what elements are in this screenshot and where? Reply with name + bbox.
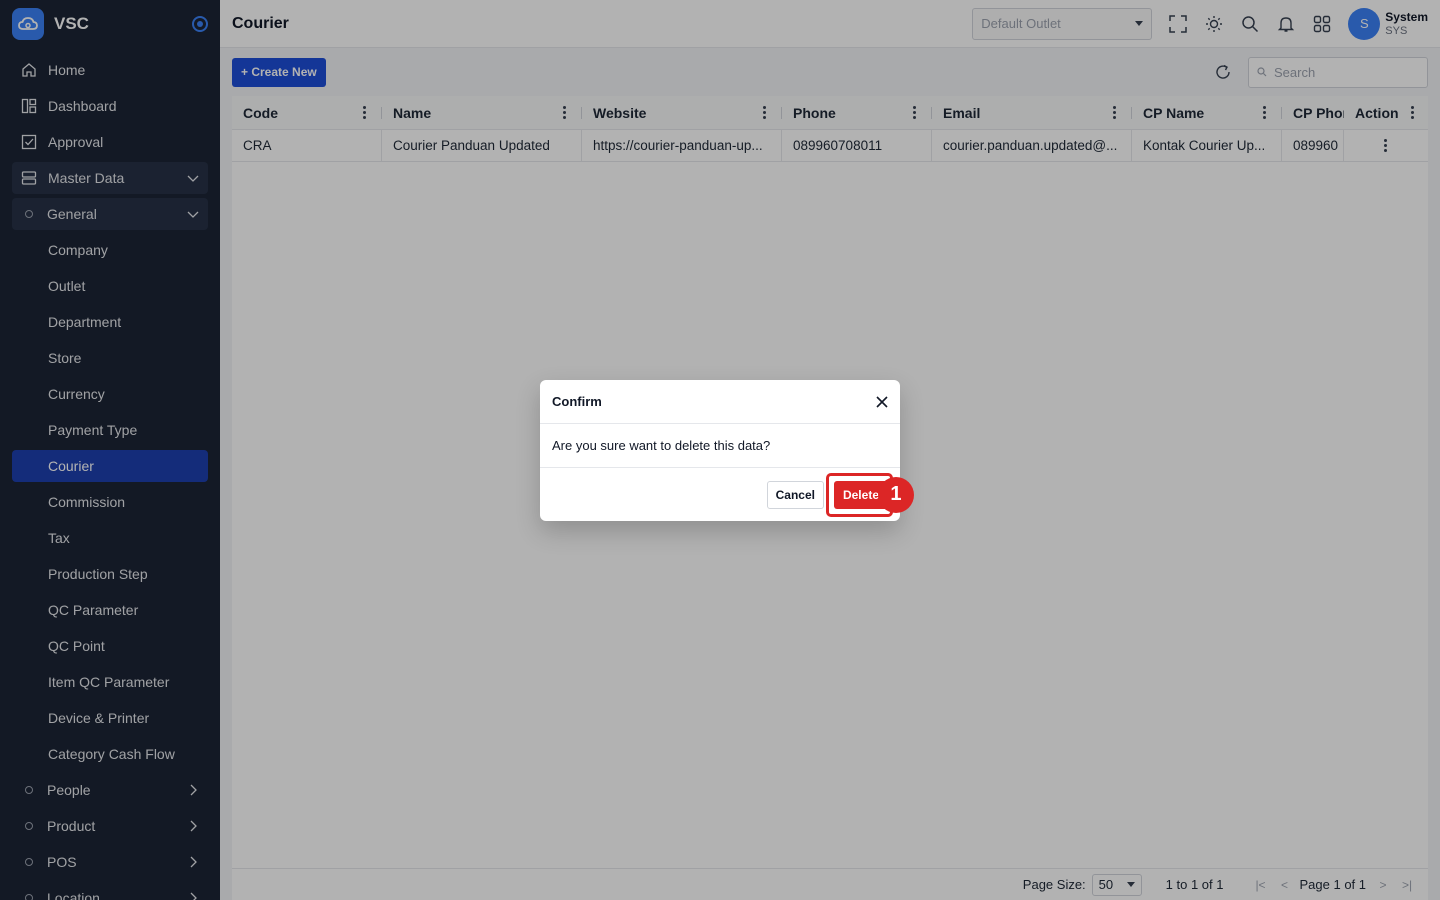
delete-button-wrapper: Delete 1	[825, 472, 914, 517]
dialog-message: Are you sure want to delete this data?	[540, 424, 900, 468]
dialog-header: Confirm	[540, 380, 900, 424]
close-icon[interactable]	[876, 395, 888, 408]
dialog-footer: Cancel Delete 1	[540, 468, 914, 521]
dialog-title: Confirm	[552, 394, 602, 409]
confirm-dialog: Confirm Are you sure want to delete this…	[540, 380, 914, 521]
step-badge: 1	[877, 476, 914, 513]
cancel-button[interactable]: Cancel	[766, 480, 824, 509]
